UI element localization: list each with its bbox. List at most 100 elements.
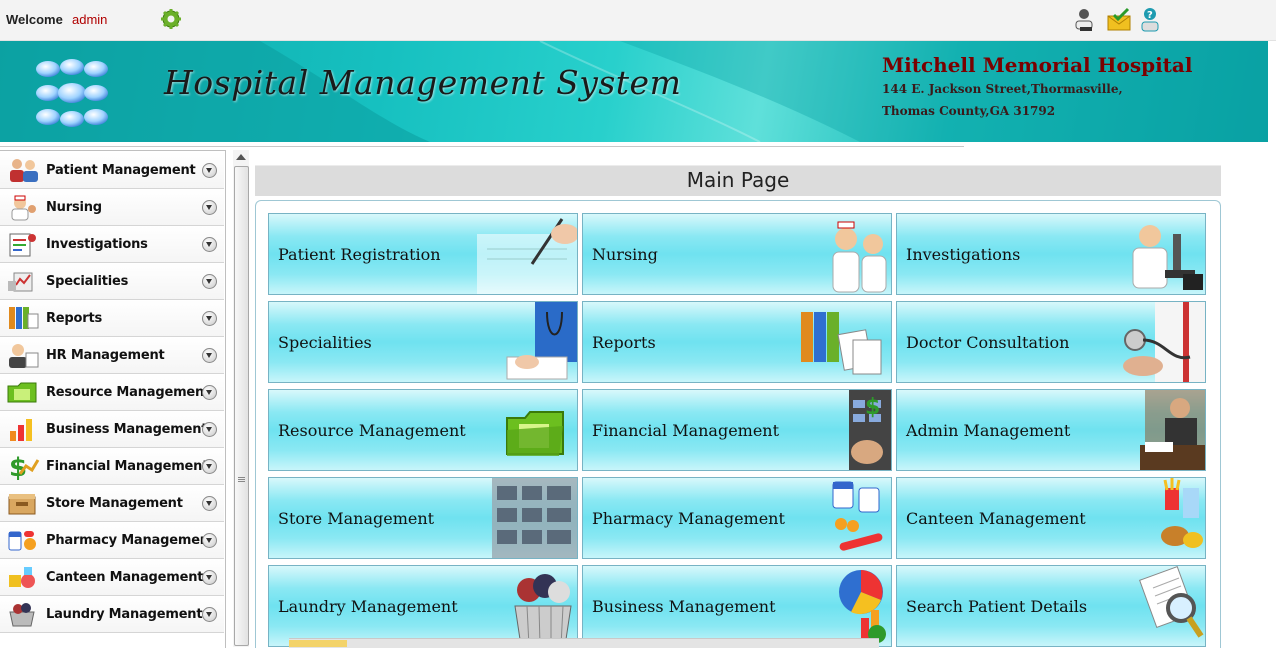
tile-label: Resource Management (278, 421, 466, 440)
stethoscope-icon (1123, 302, 1205, 382)
sidebar-item-label: Laundry Management (46, 607, 203, 622)
expand-icon[interactable] (202, 422, 217, 437)
tile-search-patient-details[interactable]: Search Patient Details (896, 565, 1206, 647)
sidebar-item-label: Business Management (46, 422, 208, 437)
sidebar-item-patient-management[interactable]: Patient Management (0, 152, 224, 189)
tile-label: Patient Registration (278, 245, 441, 264)
tile-financial-management[interactable]: Financial Management $ (582, 389, 892, 471)
sidebar-item-label: Patient Management (46, 163, 196, 178)
laundry-icon (9, 603, 35, 627)
expand-icon[interactable] (202, 311, 217, 326)
sidebar-item-nursing[interactable]: Nursing (0, 189, 224, 226)
expand-icon[interactable] (202, 274, 217, 289)
sidebar-item-laundry-management[interactable]: Laundry Management (0, 596, 224, 633)
divider (0, 146, 964, 147)
canteen-icon (9, 567, 35, 588)
doctor-notes-icon (506, 302, 577, 380)
binders-icon (801, 312, 882, 375)
sidebar-item-label: Canteen Management (46, 570, 204, 585)
sidebar-item-investigations[interactable]: Investigations (0, 226, 224, 263)
expand-icon[interactable] (202, 533, 217, 548)
pen-writing-icon (477, 218, 577, 294)
help-icon[interactable]: ? (1138, 7, 1164, 33)
sidebar-item-business-management[interactable]: Business Management (0, 411, 224, 448)
tile-label: Pharmacy Management (592, 509, 785, 528)
sidebar-item-financial-management[interactable]: $ Financial Management (0, 448, 224, 485)
pharmacy-icon (8, 531, 36, 551)
sidebar-scrollbar[interactable] (233, 150, 249, 647)
expand-icon[interactable] (202, 607, 217, 622)
folder-icon (506, 411, 564, 456)
svg-text:?: ? (1147, 10, 1153, 21)
expand-icon[interactable] (202, 570, 217, 585)
header-banner: Hospital Management System Mitchell Memo… (0, 41, 1268, 142)
page-title: Main Page (686, 168, 790, 192)
tile-admin-management[interactable]: Admin Management (896, 389, 1206, 471)
expand-icon[interactable] (202, 237, 217, 252)
expand-icon[interactable] (202, 496, 217, 511)
tile-patient-registration[interactable]: Patient Registration (268, 213, 578, 295)
tile-nursing[interactable]: Nursing (582, 213, 892, 295)
tile-label: Specialities (278, 333, 372, 352)
tile-canteen-management[interactable]: Canteen Management (896, 477, 1206, 559)
scroll-up-arrow-icon[interactable] (236, 154, 246, 160)
sidebar-item-pharmacy-management[interactable]: Pharmacy Management (0, 522, 224, 559)
food-icon (1161, 478, 1203, 548)
tile-specialities[interactable]: Specialities (268, 301, 578, 383)
hospital-logo (36, 59, 108, 127)
expand-icon[interactable] (202, 163, 217, 178)
sidebar-item-store-management[interactable]: Store Management (0, 485, 224, 522)
investigation-icon (9, 233, 36, 257)
scroll-thumb[interactable] (234, 166, 249, 646)
magnifier-document-icon (1139, 566, 1204, 638)
tile-reports[interactable]: Reports (582, 301, 892, 383)
tile-label: Business Management (592, 597, 776, 616)
tile-label: Reports (592, 333, 656, 352)
dollar-icon: $ (9, 453, 40, 480)
sidebar-item-label: Financial Management (46, 459, 209, 474)
tile-business-management[interactable]: Business Management (582, 565, 892, 647)
expand-icon[interactable] (202, 385, 217, 400)
main-header: Main Page (255, 165, 1221, 196)
welcome-label: Welcome (6, 12, 63, 27)
top-bar: Welcome admin ? (0, 0, 1276, 41)
expand-icon[interactable] (202, 459, 217, 474)
gear-icon[interactable] (160, 8, 182, 30)
sidebar-item-reports[interactable]: Reports (0, 300, 224, 337)
mail-icon[interactable] (1106, 7, 1132, 33)
svg-text:$: $ (865, 395, 880, 420)
patient-icon (10, 159, 38, 182)
sidebar-item-specialities[interactable]: Specialities (0, 263, 224, 300)
tile-investigations[interactable]: Investigations (896, 213, 1206, 295)
tile-label: Nursing (592, 245, 658, 264)
sidebar-item-label: Store Management (46, 496, 183, 511)
sidebar-item-canteen-management[interactable]: Canteen Management (0, 559, 224, 596)
hospital-address-line1: 144 E. Jackson Street,Thormasville, (882, 82, 1123, 96)
desk-icon (1140, 390, 1205, 470)
tile-grid: Patient Registration Nursing Investigati… (255, 200, 1221, 648)
reports-icon (9, 307, 39, 329)
sidebar-item-label: Specialities (46, 274, 129, 289)
app-title: Hospital Management System (164, 63, 682, 102)
hospital-address-line2: Thomas County,GA 31792 (882, 104, 1056, 118)
sidebar-menu: Patient Management Nursing Investigation… (0, 150, 226, 648)
tile-label: Laundry Management (278, 597, 458, 616)
nurses-icon (832, 221, 887, 293)
tile-doctor-consultation[interactable]: Doctor Consultation (896, 301, 1206, 383)
expand-icon[interactable] (202, 348, 217, 363)
expand-icon[interactable] (202, 200, 217, 215)
user-icon[interactable] (1072, 7, 1098, 33)
sidebar-item-label: Reports (46, 311, 103, 326)
sidebar-item-hr-management[interactable]: HR Management (0, 337, 224, 374)
username[interactable]: admin (72, 12, 107, 27)
nurse-icon (11, 195, 36, 221)
folder-icon (7, 382, 37, 403)
footer-chip (289, 640, 347, 647)
tile-resource-management[interactable]: Resource Management (268, 389, 578, 471)
scroll-grip (238, 477, 245, 478)
tile-laundry-management[interactable]: Laundry Management (268, 565, 578, 647)
tile-store-management[interactable]: Store Management (268, 477, 578, 559)
tile-pharmacy-management[interactable]: Pharmacy Management (582, 477, 892, 559)
sidebar-item-resource-management[interactable]: Resource Management (0, 374, 224, 411)
hr-icon (9, 344, 39, 368)
